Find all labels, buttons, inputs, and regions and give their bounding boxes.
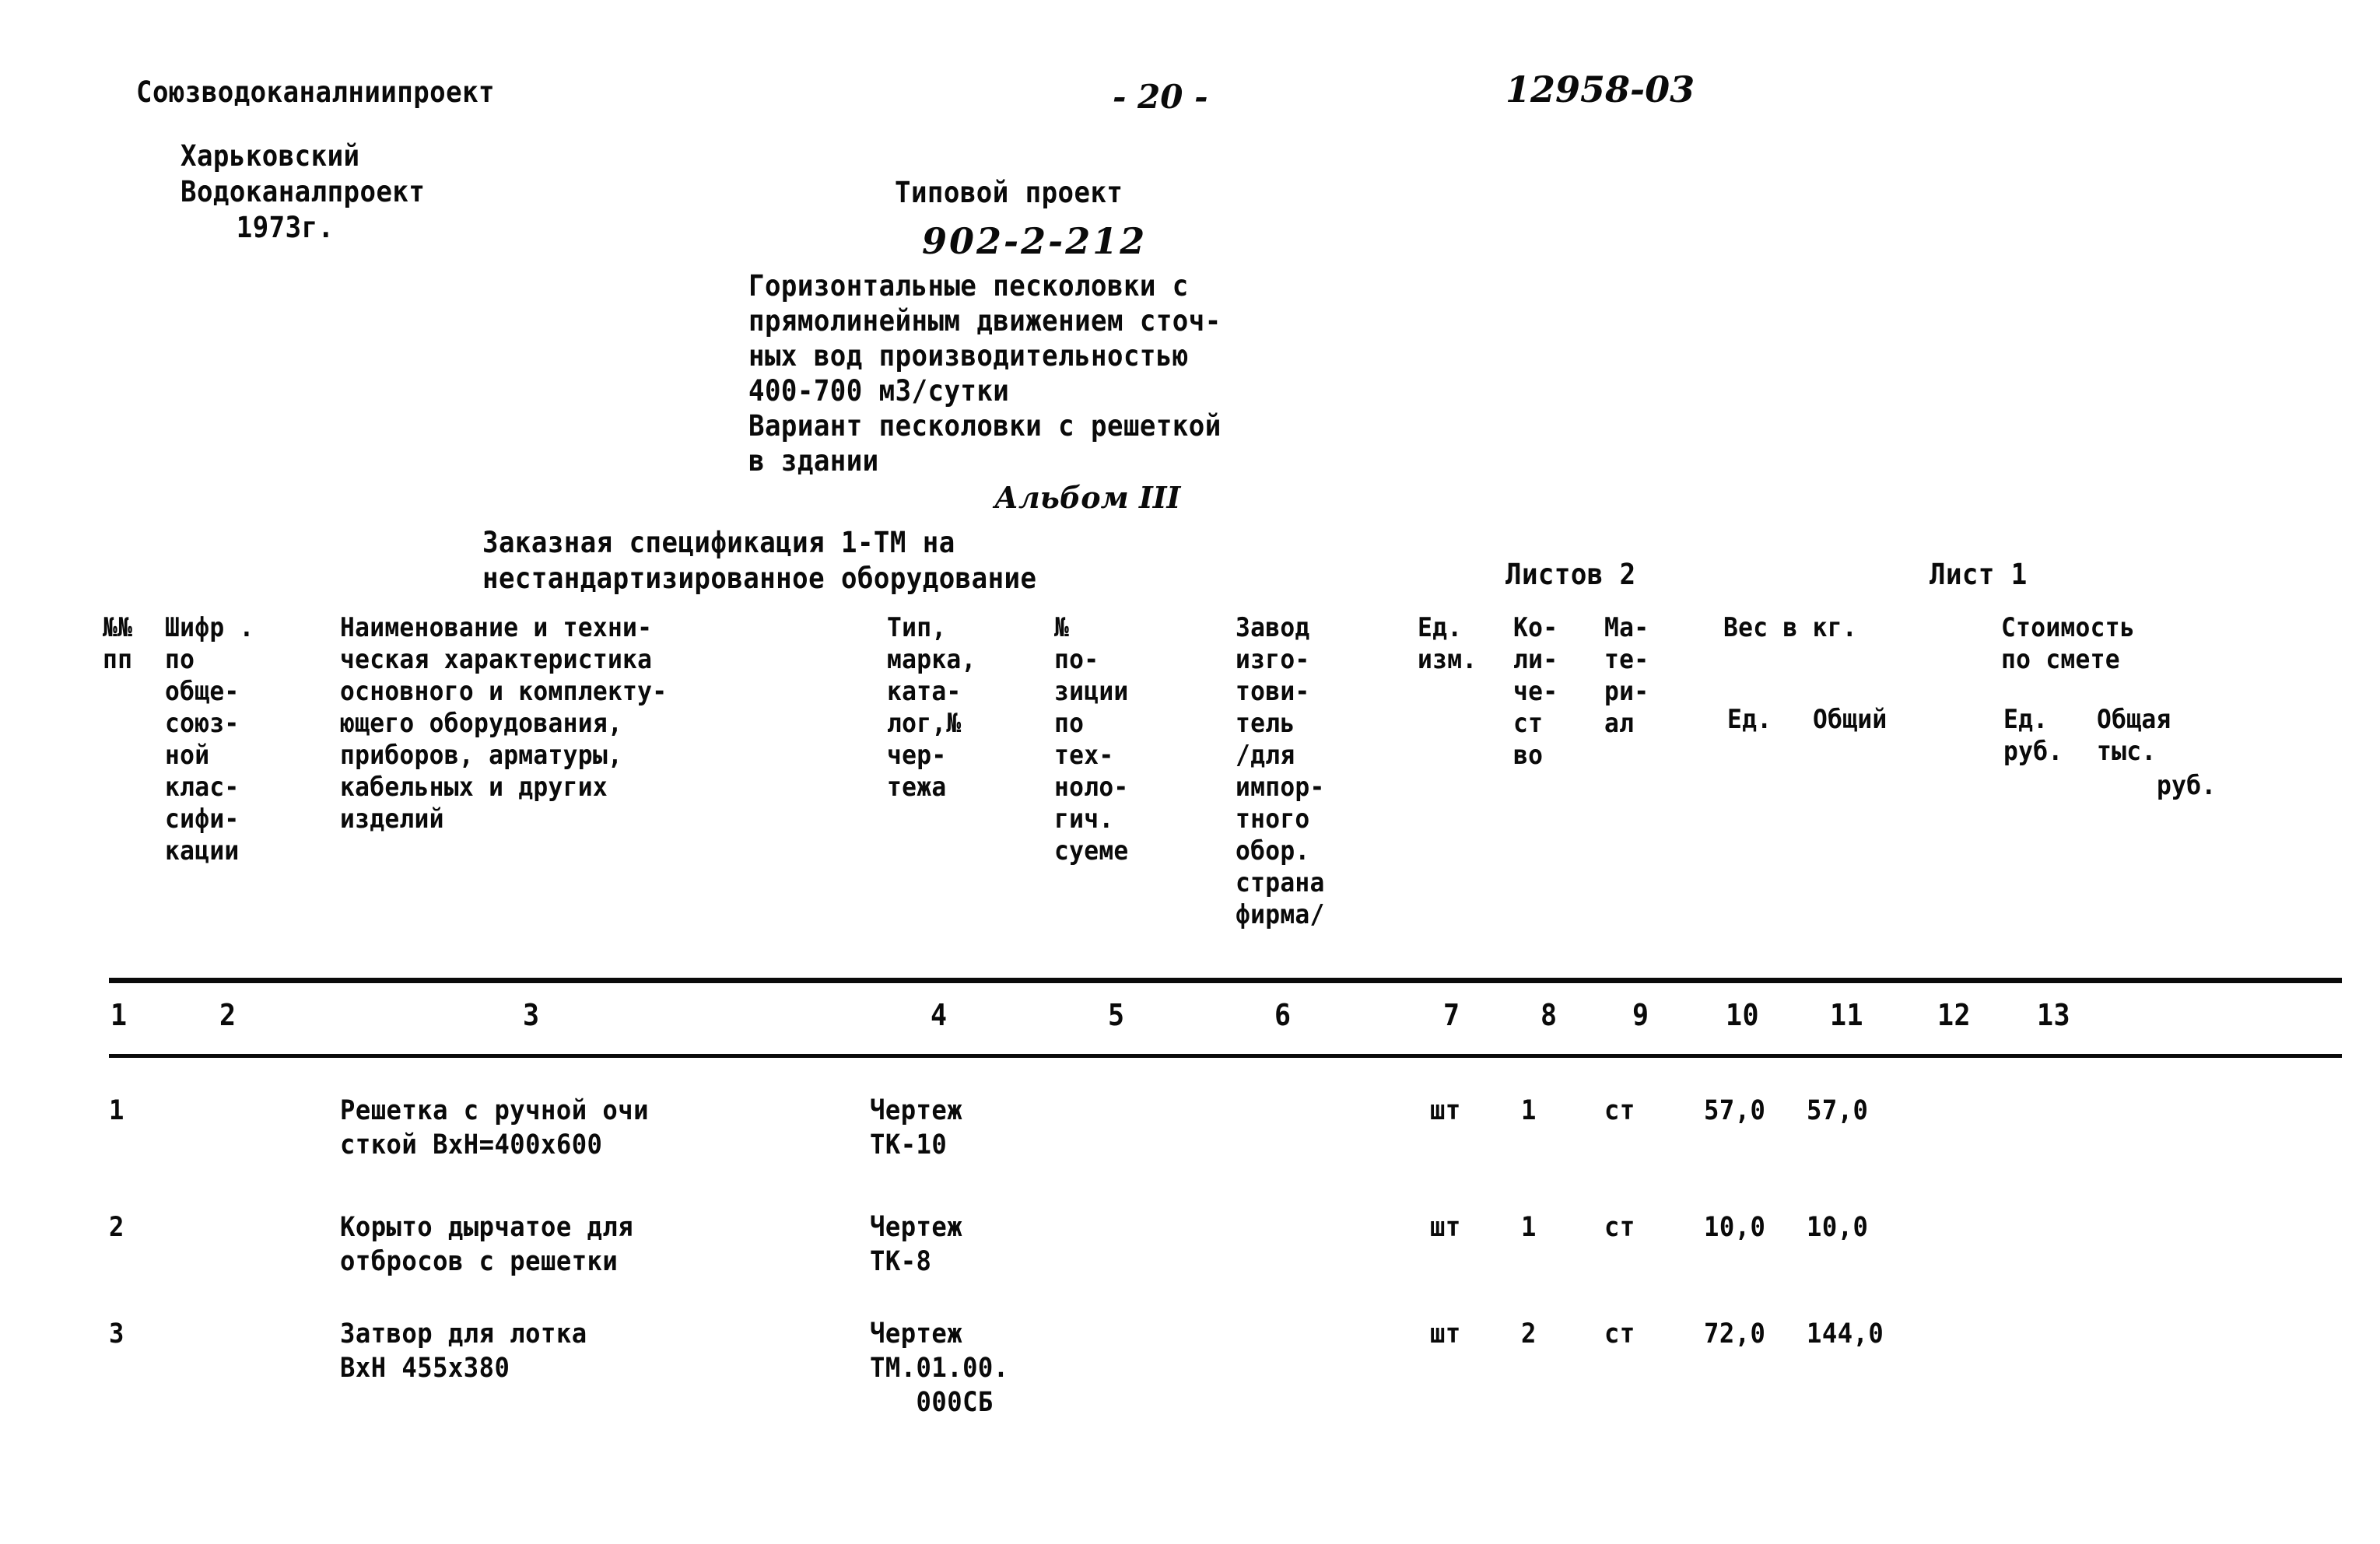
column-header-12-sub: Ед. руб. (2003, 704, 2063, 767)
table-row: Решетка с ручной очи сткой ВхН=400х600 (340, 1095, 649, 1161)
column-number-5: 5 (1108, 998, 1125, 1032)
column-number-7: 7 (1443, 998, 1460, 1032)
table-rule-top (109, 978, 2342, 983)
table-row: шт (1430, 1095, 1461, 1126)
table-row: 57,0 (1807, 1095, 1869, 1126)
column-header-6: Завод изго- тови- тель /для импор- тного… (1236, 612, 1325, 930)
column-number-3: 3 (523, 998, 540, 1032)
table-row: 2 (109, 1212, 124, 1243)
column-number-9: 9 (1632, 998, 1649, 1032)
column-header-10-group: Вес в кг. (1723, 612, 1857, 643)
table-row: ст (1604, 1318, 1635, 1350)
specification-table: №№ пп Шифр . по обще- союз- ной клас- си… (0, 0, 2380, 1544)
column-header-2: Шифр . по обще- союз- ной клас- сифи- ка… (165, 612, 254, 867)
column-number-12: 12 (1937, 998, 1972, 1032)
column-number-2: 2 (219, 998, 237, 1032)
column-header-8: Ко- ли- че- ст во (1513, 612, 1558, 771)
column-header-3: Наименование и техни- ческая характерист… (340, 612, 668, 835)
table-row: 10,0 (1704, 1212, 1766, 1243)
table-row: 72,0 (1704, 1318, 1766, 1350)
table-row: Затвор для лотка ВхН 455х380 (340, 1318, 587, 1384)
column-header-13-sub: Общая тыс. (2097, 704, 2171, 767)
column-header-5: № по- зиции по тех- ноло- гич. суеме (1054, 612, 1129, 867)
column-number-10: 10 (1726, 998, 1760, 1032)
column-header-9: Ма- те- ри- ал (1604, 612, 1649, 739)
table-row: Чертеж ТК-8 (870, 1212, 963, 1277)
table-row: 1 (1521, 1212, 1537, 1243)
table-rule-bottom (109, 1054, 2342, 1058)
column-number-8: 8 (1541, 998, 1558, 1032)
table-row: ст (1604, 1212, 1635, 1243)
table-row: 1 (1521, 1095, 1537, 1126)
table-row: 10,0 (1807, 1212, 1869, 1243)
table-row: 2 (1521, 1318, 1537, 1350)
column-number-13: 13 (2037, 998, 2071, 1032)
column-header-12-group: Стоимость по смете (2001, 612, 2135, 675)
table-row: 144,0 (1807, 1318, 1884, 1350)
column-header-11-sub: Общий (1813, 704, 1888, 735)
table-row: шт (1430, 1318, 1461, 1350)
column-header-4: Тип, марка, ката- лог,№ чер- тежа (887, 612, 976, 803)
table-row: шт (1430, 1212, 1461, 1243)
table-row: 57,0 (1704, 1095, 1766, 1126)
table-row: 3 (109, 1318, 124, 1350)
column-number-4: 4 (931, 998, 948, 1032)
column-header-13-sub2: руб. (2157, 770, 2217, 801)
column-header-7: Ед. изм. (1418, 612, 1477, 675)
table-row: Чертеж ТК-10 (870, 1095, 963, 1161)
table-row: Корыто дырчатое для отбросов с решетки (340, 1212, 634, 1277)
column-number-6: 6 (1274, 998, 1292, 1032)
column-number-1: 1 (110, 998, 128, 1032)
column-header-10-sub: Ед. (1727, 704, 1772, 735)
table-row: Чертеж ТМ.01.00. 000СБ (870, 1318, 1009, 1418)
table-row: ст (1604, 1095, 1635, 1126)
table-row: 1 (109, 1095, 124, 1126)
column-number-11: 11 (1830, 998, 1864, 1032)
column-header-1: №№ пп (103, 612, 133, 675)
